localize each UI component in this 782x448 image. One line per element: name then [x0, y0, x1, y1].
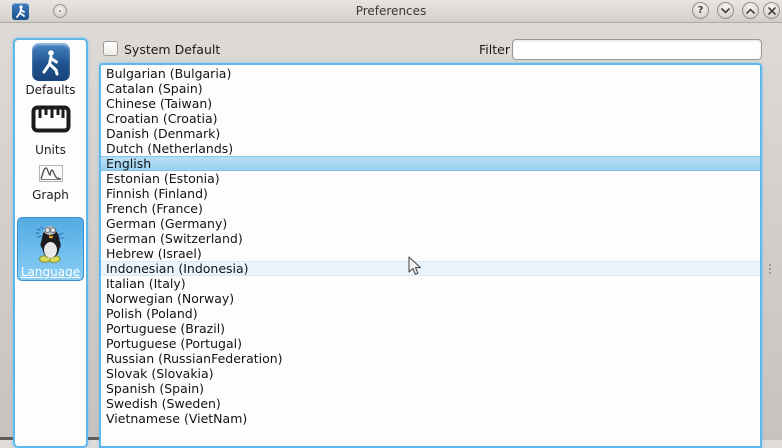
list-item[interactable]: English [101, 156, 760, 171]
system-default-label: System Default [124, 42, 220, 57]
sidebar-item-label: Units [15, 143, 86, 157]
list-item[interactable]: Spanish (Spain) [101, 381, 760, 396]
list-item[interactable]: Finnish (Finland) [101, 186, 760, 201]
list-item[interactable]: Danish (Denmark) [101, 126, 760, 141]
help-button[interactable]: ? [692, 2, 709, 19]
language-rows: Bulgarian (Bulgaria)Catalan (Spain)Chine… [101, 66, 760, 426]
category-sidebar: Defaults Units Graph [13, 38, 88, 448]
language-list: Bulgarian (Bulgaria)Catalan (Spain)Chine… [99, 63, 762, 448]
list-item[interactable]: Indonesian (Indonesia) [101, 261, 760, 276]
close-icon [768, 7, 776, 15]
close-button[interactable] [763, 2, 780, 19]
list-item[interactable]: Croatian (Croatia) [101, 111, 760, 126]
ruler-icon [31, 105, 71, 133]
list-item[interactable]: Portuguese (Portugal) [101, 336, 760, 351]
filter-label: Filter [479, 42, 510, 57]
sidebar-item-defaults[interactable]: Defaults [15, 43, 86, 97]
list-item[interactable]: Catalan (Spain) [101, 81, 760, 96]
list-item[interactable]: Hebrew (Israel) [101, 246, 760, 261]
list-item[interactable]: Vietnamese (VietNam) [101, 411, 760, 426]
list-item[interactable]: German (Germany) [101, 216, 760, 231]
sidebar-item-graph[interactable]: Graph [15, 165, 86, 202]
graph-icon [39, 165, 63, 182]
tux-penguin-icon [29, 221, 73, 265]
list-item[interactable]: Chinese (Taiwan) [101, 96, 760, 111]
list-item[interactable]: Dutch (Netherlands) [101, 141, 760, 156]
help-icon: ? [698, 5, 704, 16]
titlebar: Preferences ? [0, 0, 782, 23]
sidebar-item-label: Defaults [15, 83, 86, 97]
sidebar-item-label: Graph [15, 188, 86, 202]
filter-input[interactable] [512, 39, 762, 60]
list-item[interactable]: Norwegian (Norway) [101, 291, 760, 306]
hiker-icon [32, 43, 70, 81]
list-item[interactable]: French (France) [101, 201, 760, 216]
maximize-button[interactable] [742, 2, 759, 19]
sidebar-item-units[interactable]: Units [15, 105, 86, 157]
list-item[interactable]: Swedish (Sweden) [101, 396, 760, 411]
sidebar-item-label: Language [18, 265, 83, 279]
sidebar-item-language[interactable]: Language [17, 217, 84, 281]
list-item[interactable]: German (Switzerland) [101, 231, 760, 246]
list-item[interactable]: Russian (RussianFederation) [101, 351, 760, 366]
system-default-checkbox[interactable] [103, 41, 118, 56]
list-item[interactable]: Portuguese (Brazil) [101, 321, 760, 336]
window-title: Preferences [0, 4, 782, 18]
list-item[interactable]: Italian (Italy) [101, 276, 760, 291]
chevron-up-icon [746, 8, 755, 14]
list-item[interactable]: Bulgarian (Bulgaria) [101, 66, 760, 81]
list-item[interactable]: Estonian (Estonia) [101, 171, 760, 186]
chevron-down-icon [721, 8, 730, 14]
list-item[interactable]: Polish (Poland) [101, 306, 760, 321]
list-item[interactable]: Slovak (Slovakia) [101, 366, 760, 381]
splitter-handle[interactable] [769, 262, 772, 276]
minimize-button[interactable] [717, 2, 734, 19]
